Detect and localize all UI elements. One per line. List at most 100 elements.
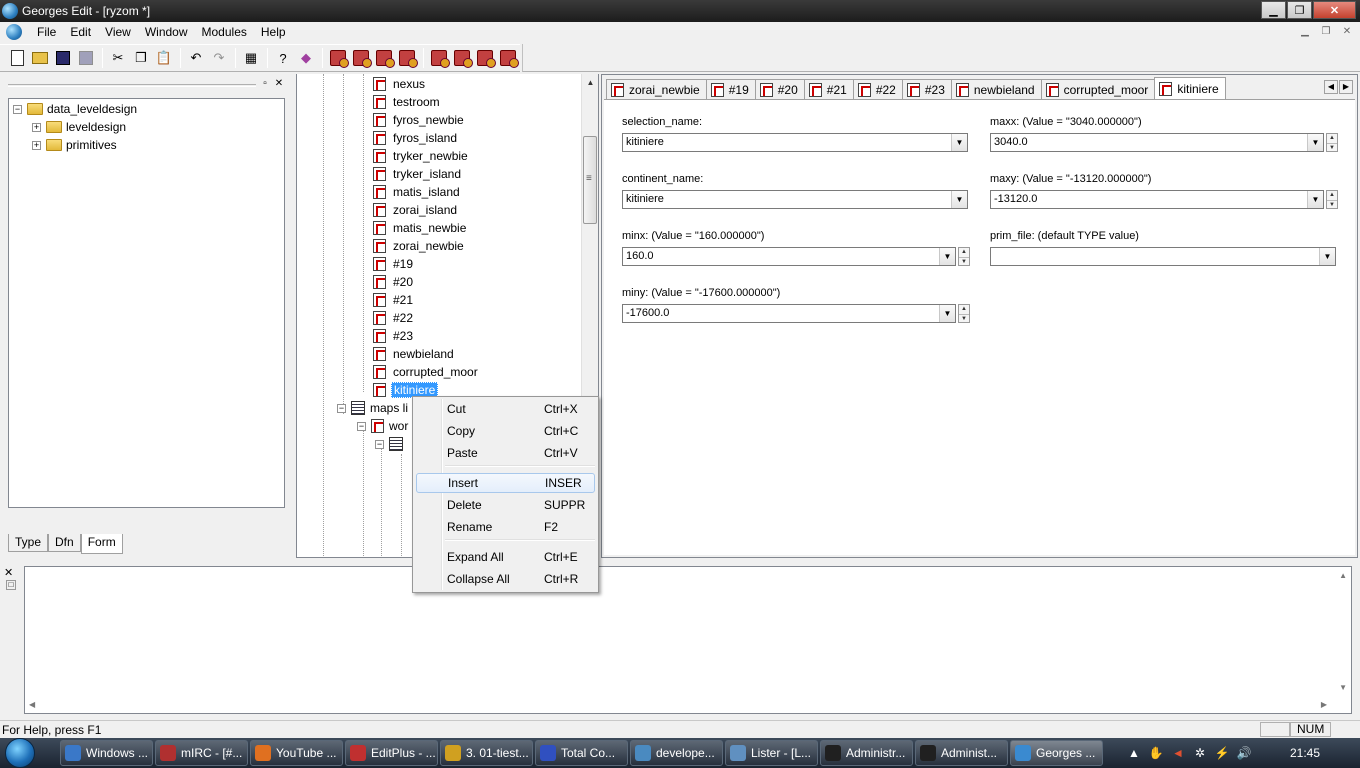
tree-node-form[interactable]: matis_newbie [373, 219, 468, 237]
tree-node-label[interactable]: zorai_island [391, 203, 459, 217]
module-button-6[interactable] [451, 47, 473, 69]
tree-node-form[interactable]: #23 [373, 327, 415, 345]
taskbar-button[interactable]: YouTube ... [250, 740, 343, 766]
tree-node-maps-list[interactable]: − maps li [337, 399, 408, 417]
spin-up-icon[interactable]: ▲ [959, 305, 969, 314]
tree-node-form[interactable]: #19 [373, 255, 415, 273]
context-menu-item-expand-all[interactable]: Expand All Ctrl+E [416, 547, 595, 567]
chevron-down-icon[interactable]: ▼ [1319, 248, 1335, 265]
output-dock-icon[interactable]: □ [6, 580, 16, 590]
prim-file-combo[interactable]: ▼ [990, 247, 1336, 266]
tree-node-label[interactable]: #23 [391, 329, 415, 343]
document-globe-icon[interactable] [6, 24, 22, 40]
module-button-1[interactable] [327, 47, 349, 69]
output-close-icon[interactable]: ✕ [4, 566, 13, 579]
taskbar-button[interactable]: 3. 01-tiest... [440, 740, 533, 766]
spin-down-icon[interactable]: ▼ [1327, 143, 1337, 152]
maxy-combo[interactable]: -13120.0 ▼ [990, 190, 1324, 209]
context-menu-item-cut[interactable]: Cut Ctrl+X [416, 399, 595, 419]
module-button-4[interactable] [396, 47, 418, 69]
collapse-icon[interactable]: − [375, 439, 384, 449]
context-menu-item-collapse-all[interactable]: Collapse All Ctrl+R [416, 569, 595, 589]
chevron-down-icon[interactable]: ▼ [1307, 191, 1323, 208]
form-tab[interactable]: zorai_newbie [606, 79, 707, 99]
menu-file[interactable]: File [30, 25, 63, 39]
tray-bolt-icon[interactable]: ⚡ [1214, 745, 1230, 761]
redo-button[interactable]: ↷ [208, 47, 230, 69]
form-tab[interactable]: #23 [901, 79, 952, 99]
tab-scroll-left-icon[interactable]: ◀ [1324, 80, 1338, 94]
tree-node-form[interactable]: zorai_newbie [373, 237, 466, 255]
panel-float-icon[interactable]: ▫ [259, 78, 271, 90]
spin-up-icon[interactable]: ▲ [1327, 134, 1337, 143]
tray-expand-icon[interactable]: ▲ [1126, 745, 1142, 761]
taskbar-button[interactable]: Lister - [L... [725, 740, 818, 766]
output-scroll-down-icon[interactable]: ▼ [1339, 683, 1347, 692]
module-button-3[interactable] [373, 47, 395, 69]
undo-button[interactable]: ↶ [185, 47, 207, 69]
tree-node-label[interactable]: testroom [391, 95, 442, 109]
tree-node-data-leveldesign[interactable]: − data_leveldesign [13, 100, 137, 118]
tree-node-label[interactable]: maps li [370, 401, 408, 415]
mdi-restore-button[interactable]: ❐ [1317, 24, 1335, 40]
tab-dfn[interactable]: Dfn [48, 534, 81, 552]
taskbar-button[interactable]: Windows ... [60, 740, 153, 766]
tab-scroll-right-icon[interactable]: ▶ [1339, 80, 1353, 94]
tray-network-icon[interactable]: ✲ [1192, 745, 1208, 761]
menu-edit[interactable]: Edit [63, 25, 98, 39]
tree-node-label[interactable]: nexus [391, 77, 427, 91]
taskbar-button[interactable]: Georges ... [1010, 740, 1103, 766]
context-menu-item-copy[interactable]: Copy Ctrl+C [416, 421, 595, 441]
tree-node-form[interactable]: tryker_island [373, 165, 463, 183]
minx-combo[interactable]: 160.0 ▼ [622, 247, 956, 266]
tree-node-form[interactable]: #20 [373, 273, 415, 291]
tray-hand-icon[interactable]: ✋ [1148, 745, 1164, 761]
scroll-up-arrow-icon[interactable]: ▲ [582, 74, 598, 91]
tree-node-label[interactable]: primitives [66, 138, 117, 152]
tree-node-form[interactable]: #22 [373, 309, 415, 327]
save-button[interactable] [52, 47, 74, 69]
form-tab[interactable]: kitiniere [1154, 77, 1226, 99]
tree-node-label[interactable]: leveldesign [66, 120, 126, 134]
module-button-2[interactable] [350, 47, 372, 69]
module-button-8[interactable] [497, 47, 519, 69]
start-button[interactable] [0, 738, 40, 768]
panel-close-icon[interactable]: ✕ [273, 78, 285, 90]
spin-down-icon[interactable]: ▼ [959, 257, 969, 266]
tree-node-label[interactable]: #22 [391, 311, 415, 325]
tree-node-label[interactable]: #19 [391, 257, 415, 271]
menu-window[interactable]: Window [138, 25, 195, 39]
tree-node-form[interactable]: #21 [373, 291, 415, 309]
taskbar-button[interactable]: Administr... [820, 740, 913, 766]
form-tab[interactable]: #21 [803, 79, 854, 99]
expand-icon[interactable]: + [32, 122, 41, 132]
taskbar-button[interactable]: Administ... [915, 740, 1008, 766]
spin-up-icon[interactable]: ▲ [1327, 191, 1337, 200]
form-tab[interactable]: #22 [852, 79, 903, 99]
tree-node-label[interactable]: matis_newbie [391, 221, 468, 235]
tree-node-label[interactable]: zorai_newbie [391, 239, 466, 253]
maxx-spinner[interactable]: ▲ ▼ [1326, 133, 1338, 152]
tree-node-form[interactable]: testroom [373, 93, 442, 111]
tree-node-form[interactable]: fyros_island [373, 129, 459, 147]
maxy-spinner[interactable]: ▲ ▼ [1326, 190, 1338, 209]
tree-node-form[interactable]: zorai_island [373, 201, 459, 219]
tree-node-primitives[interactable]: + primitives [32, 136, 117, 154]
form-tab[interactable]: corrupted_moor [1040, 79, 1156, 99]
collapse-icon[interactable]: − [337, 403, 346, 413]
selection-name-combo[interactable]: kitiniere ▼ [622, 133, 968, 152]
module-button-5[interactable] [428, 47, 450, 69]
menu-modules[interactable]: Modules [195, 25, 254, 39]
help-button[interactable]: ? [272, 47, 294, 69]
tree-node-leveldesign[interactable]: + leveldesign [32, 118, 126, 136]
form-tab[interactable]: #19 [705, 79, 756, 99]
chevron-down-icon[interactable]: ▼ [951, 191, 967, 208]
tree-node-label[interactable]: data_leveldesign [47, 102, 137, 116]
copy-button[interactable]: ❐ [130, 47, 152, 69]
collapse-icon[interactable]: − [357, 421, 366, 431]
maxx-combo[interactable]: 3040.0 ▼ [990, 133, 1324, 152]
tree-node-label[interactable]: fyros_island [391, 131, 459, 145]
open-button[interactable] [29, 47, 51, 69]
clock[interactable]: 21:45 [1290, 746, 1320, 760]
cut-button[interactable]: ✂ [107, 47, 129, 69]
